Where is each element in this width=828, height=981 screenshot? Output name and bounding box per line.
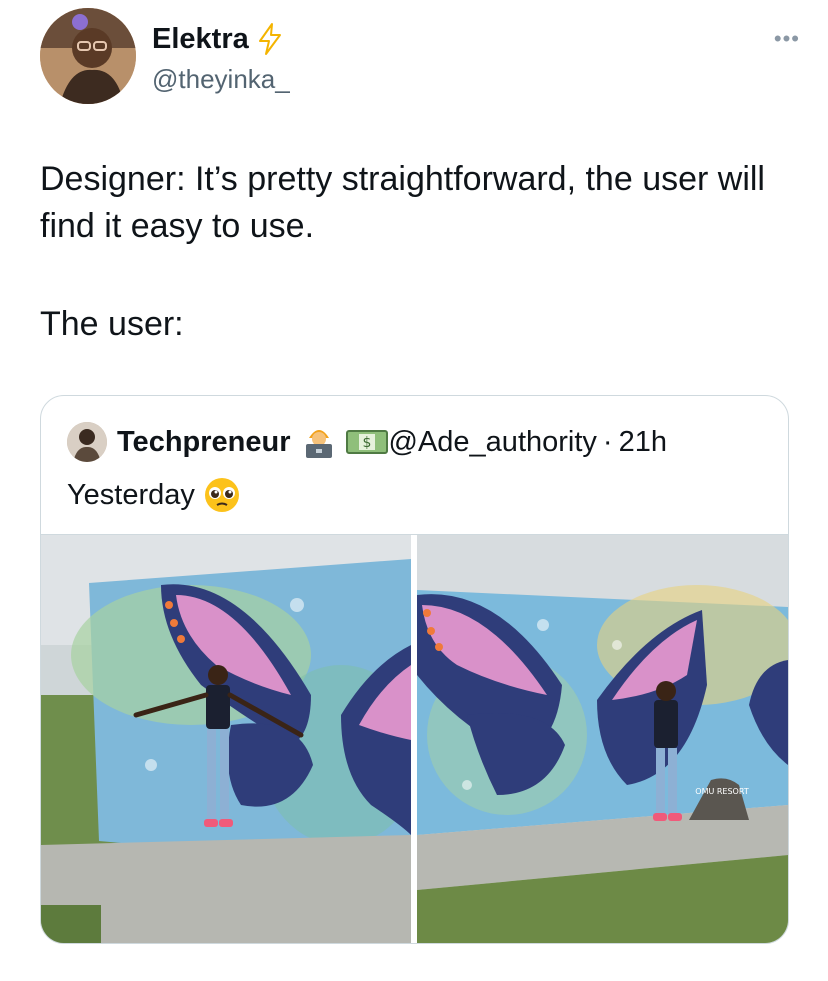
quoted-text: Yesterday	[67, 478, 195, 511]
quoted-tweet-header: Techpreneur $ @Ade_authority · 21h	[67, 422, 667, 462]
more-options-icon[interactable]: •••	[774, 26, 800, 52]
tweet-text: Designer: It’s pretty straightforward, t…	[40, 156, 800, 348]
pleading-face-emoji	[203, 476, 241, 514]
quoted-author-handle: @Ade_authority	[388, 425, 597, 458]
tweet-line-1: Designer: It’s pretty straightforward, t…	[40, 160, 775, 245]
quoted-tweet-media: OMU RESORT	[41, 534, 788, 943]
quoted-author-name: Techpreneur	[117, 425, 291, 458]
tweet-header: Elektra @theyinka_ •••	[40, 8, 800, 104]
photo-butterfly-wall-left[interactable]	[41, 535, 411, 943]
svg-text:$: $	[362, 435, 371, 451]
separator-dot: ·	[602, 425, 613, 458]
quoted-tweet-card[interactable]: Techpreneur $ @Ade_authority · 21h Yeste…	[40, 395, 789, 944]
quoted-author-avatar	[67, 422, 107, 462]
quoted-tweet-text: Yesterday	[67, 476, 241, 514]
resort-sign-text: OMU RESORT	[695, 787, 749, 796]
author-avatar[interactable]	[40, 8, 136, 104]
dollar-banknote-emoji: $	[345, 424, 388, 460]
author-handle[interactable]: @theyinka_	[152, 64, 290, 95]
quoted-timestamp: 21h	[618, 425, 667, 458]
lightning-bolt-icon	[255, 22, 285, 56]
author-name[interactable]: Elektra	[152, 23, 249, 56]
technologist-emoji	[301, 424, 337, 460]
photo-butterfly-wall-right[interactable]: OMU RESORT	[417, 535, 788, 943]
tweet-line-2: The user:	[40, 305, 184, 343]
